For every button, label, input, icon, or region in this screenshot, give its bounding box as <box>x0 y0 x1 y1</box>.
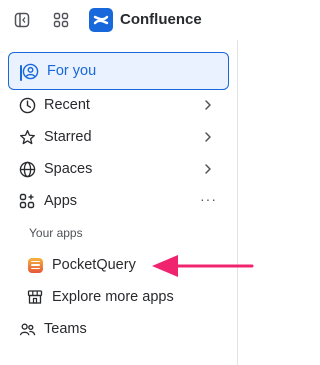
sidebar-item-spaces[interactable]: Spaces <box>8 153 229 185</box>
app-switcher-icon[interactable] <box>52 11 70 29</box>
sidebar-item-label: Starred <box>44 129 92 145</box>
sidebar-item-label: Apps <box>44 193 78 209</box>
sidebar-item-starred[interactable]: Starred <box>8 121 229 153</box>
sidebar-item-teams[interactable]: Teams <box>8 313 229 345</box>
sidebar-item-explore-apps[interactable]: Explore more apps <box>26 283 174 311</box>
sidebar-item-apps[interactable]: Apps ··· <box>8 185 229 217</box>
star-icon <box>18 128 36 146</box>
sidebar-item-recent[interactable]: Recent <box>8 89 229 121</box>
apps-icon <box>18 192 36 210</box>
sidebar-item-for-you[interactable]: For you <box>8 52 229 90</box>
more-actions-icon[interactable]: ··· <box>200 191 217 207</box>
confluence-logo-icon[interactable] <box>89 8 113 32</box>
sidebar-toggle-icon[interactable] <box>13 11 31 29</box>
pocketquery-icon <box>26 256 44 274</box>
chevron-right-icon[interactable] <box>201 162 215 176</box>
active-indicator <box>20 65 22 81</box>
sidebar-item-label: Teams <box>44 321 87 337</box>
app-name[interactable]: Confluence <box>120 11 202 29</box>
annotation-arrow-icon <box>152 255 254 277</box>
section-heading-your-apps: Your apps <box>29 226 83 240</box>
chevron-right-icon[interactable] <box>201 98 215 112</box>
teams-icon <box>18 320 36 338</box>
sidebar-divider <box>237 40 238 365</box>
sidebar-item-label: Spaces <box>44 161 93 177</box>
globe-icon <box>18 160 36 178</box>
sidebar-item-label: PocketQuery <box>52 257 136 273</box>
sidebar-item-label: For you <box>47 63 97 79</box>
sidebar-item-pocketquery[interactable]: PocketQuery <box>26 251 136 279</box>
store-icon <box>26 288 44 306</box>
chevron-right-icon[interactable] <box>201 130 215 144</box>
clock-icon <box>18 96 36 114</box>
sidebar-item-label: Recent <box>44 97 90 113</box>
top-navigation: Confluence <box>0 0 258 40</box>
person-icon <box>21 62 39 80</box>
sidebar-item-label: Explore more apps <box>52 289 174 305</box>
